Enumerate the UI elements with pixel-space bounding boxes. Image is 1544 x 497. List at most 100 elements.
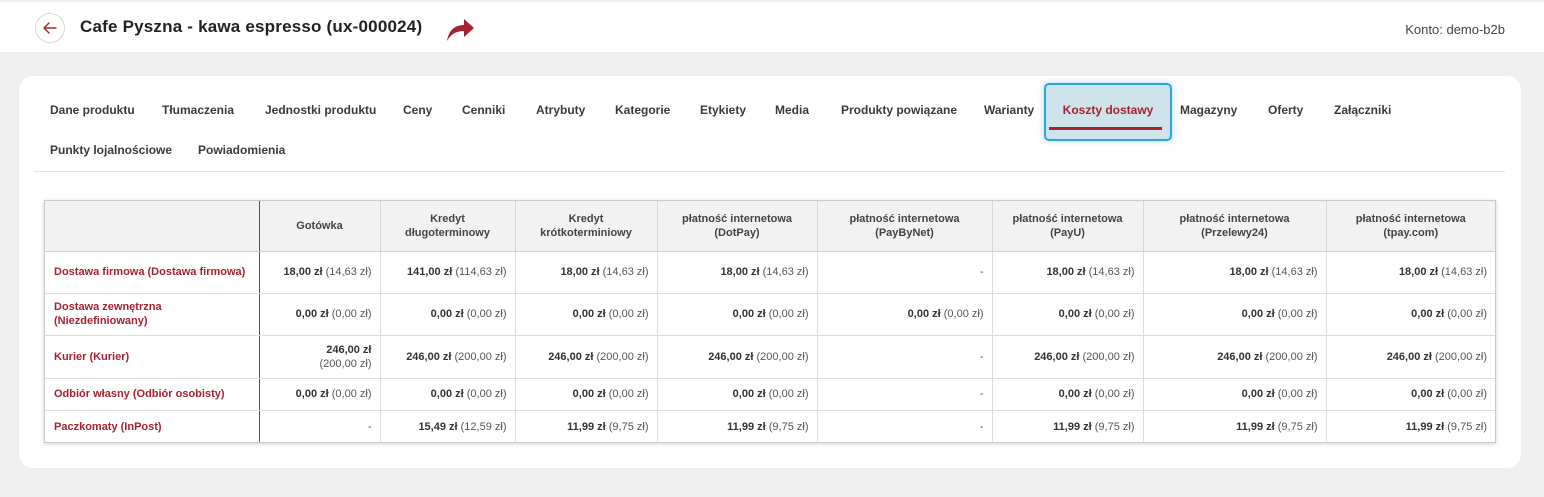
tab-zalaczniki[interactable]: Załączniki (1334, 103, 1391, 117)
price-cell: 11,99 zł (9,75 zł) (657, 410, 818, 442)
shipping-costs-table: Gotówka Kredyt długoterminowy Kredyt krótk… (44, 200, 1496, 443)
gross-price: 0,00 zł (1058, 388, 1092, 400)
tab-warianty[interactable]: Warianty (984, 103, 1034, 117)
price-cell: 18,00 zł (14,63 zł) (1326, 251, 1495, 294)
gross-price: 18,00 zł (283, 266, 323, 278)
net-price: (9,75 zł) (1094, 420, 1135, 433)
tab-ceny[interactable]: Ceny (403, 103, 432, 117)
gross-price: 246,00 zł (406, 350, 452, 363)
tab-tlumaczenia[interactable]: Tłumaczenia (162, 103, 234, 117)
tab-cenniki[interactable]: Cenniki (462, 103, 505, 117)
net-price: (0,00 zł) (608, 388, 649, 400)
net-price: (0,00 zł) (1277, 388, 1318, 400)
price-cell: 0,00 zł (0,00 zł) (657, 293, 818, 336)
table-row: Odbiór własny (Odbiór osobisty) 0,00 zł (… (45, 378, 1495, 411)
gross-price: 246,00 zł (1034, 350, 1080, 363)
price-cell: - (817, 378, 993, 411)
net-price: (9,75 zł) (1277, 420, 1318, 433)
net-price: (0,00 zł) (1447, 388, 1487, 400)
empty-value: - (979, 266, 984, 278)
gross-price: 11,99 zł (1053, 420, 1092, 433)
gross-price: 0,00 zł (572, 308, 606, 320)
gross-price: 18,00 zł (720, 266, 760, 278)
page-header: Cafe Pyszna - kawa espresso (ux-000024) … (0, 2, 1544, 52)
gross-price: 246,00 zł (1386, 350, 1432, 363)
column-header-platnosc-internetowa-paybynet: płatność internetowa (PayByNet) (817, 201, 993, 252)
gross-price: 11,99 zł (1236, 420, 1275, 433)
tab-jednostki-produktu[interactable]: Jednostki produktu (265, 103, 376, 117)
net-price: (0,00 zł) (1277, 308, 1318, 320)
gross-price: 18,00 zł (1229, 266, 1269, 278)
gross-price: 0,00 zł (732, 308, 766, 320)
gross-price: 0,00 zł (1411, 388, 1445, 400)
tab-produkty-powiazane[interactable]: Produkty powiązane (841, 103, 957, 117)
tab-magazyny[interactable]: Magazyny (1180, 103, 1237, 117)
share-arrow-icon[interactable] (445, 17, 475, 43)
tab-etykiety[interactable]: Etykiety (700, 103, 746, 117)
price-cell: - (817, 251, 993, 294)
column-header-platnosc-internetowa-przelewy24: płatność internetowa (Przelewy24) (1143, 201, 1327, 252)
table-header-row: Gotówka Kredyt długoterminowy Kredyt krótk… (45, 201, 1495, 252)
tab-punkty-lojalnosciowe[interactable]: Punkty lojalnościowe (50, 143, 172, 157)
price-cell: 18,00 zł (14,63 zł) (657, 251, 818, 294)
net-price: (200,00 zł) (319, 357, 372, 370)
net-price: (0,00 zł) (466, 308, 507, 320)
net-price: (14,63 zł) (1441, 266, 1487, 278)
tab-kategorie[interactable]: Kategorie (615, 103, 670, 117)
price-cell: 0,00 zł (0,00 zł) (515, 293, 658, 336)
price-cell: 11,99 zł (9,75 zł) (1326, 410, 1495, 442)
price-cell: 246,00 zł (200,00 zł) (515, 335, 658, 379)
price-cell: 18,00 zł (14,63 zł) (1143, 251, 1327, 294)
back-button[interactable] (35, 13, 65, 43)
gross-price: 18,00 zł (560, 266, 600, 278)
net-price: (0,00 zł) (331, 308, 372, 320)
gross-price: 11,99 zł (727, 420, 766, 433)
delivery-method-link[interactable]: Odbiór własny (Odbiór osobisty) (45, 378, 260, 411)
net-price: (9,75 zł) (608, 420, 649, 433)
delivery-method-link[interactable]: Paczkomaty (InPost) (45, 410, 260, 442)
net-price: (14,63 zł) (762, 266, 809, 278)
gross-price: 15,49 zł (418, 420, 458, 433)
net-price: (200,00 zł) (1082, 350, 1135, 363)
gross-price: 0,00 zł (1241, 388, 1275, 400)
tabs-divider (34, 171, 1505, 172)
net-price: (0,00 zł) (943, 308, 984, 320)
price-cell: 246,00 zł (200,00 zł) (657, 335, 818, 379)
price-cell: 0,00 zł (0,00 zł) (259, 378, 381, 411)
active-tab-indicator (1049, 127, 1162, 130)
tab-oferty[interactable]: Oferty (1268, 103, 1303, 117)
delivery-method-link[interactable]: Dostawa firmowa (Dostawa firmowa) (45, 251, 260, 294)
net-price: (9,75 zł) (768, 420, 809, 433)
gross-price: 0,00 zł (907, 308, 941, 320)
tab-media[interactable]: Media (775, 103, 809, 117)
tab-atrybuty[interactable]: Atrybuty (536, 103, 585, 117)
price-cell: 11,99 zł (9,75 zł) (1143, 410, 1327, 442)
table-row: Paczkomaty (InPost) - 15,49 zł (12,59 zł) 1… (45, 410, 1495, 442)
gross-price: 141,00 zł (407, 266, 453, 278)
tab-koszty-dostawy[interactable]: Koszty dostawy (1044, 83, 1172, 141)
price-cell: - (259, 410, 381, 442)
price-cell: 0,00 zł (0,00 zł) (1143, 378, 1327, 411)
gross-price: 0,00 zł (572, 388, 606, 400)
net-price: (200,00 zł) (1435, 350, 1487, 363)
delivery-method-link[interactable]: Dostawa zewnętrzna (Niezdefiniowany) (45, 293, 260, 336)
empty-value: - (979, 388, 984, 400)
tab-dane-produktu[interactable]: Dane produktu (50, 103, 135, 117)
price-cell: 246,00 zł (200,00 zł) (1326, 335, 1495, 379)
gross-price: 0,00 zł (1058, 308, 1092, 320)
tab-powiadomienia[interactable]: Powiadomienia (198, 143, 285, 157)
price-cell: 246,00 zł (200,00 zł) (380, 335, 516, 379)
net-price: (0,00 zł) (1094, 388, 1135, 400)
price-cell: 0,00 zł (0,00 zł) (1143, 293, 1327, 336)
net-price: (14,63 zł) (325, 266, 372, 278)
table-row: Kurier (Kurier) 246,00 zł (200,00 zł) 246,0… (45, 335, 1495, 379)
delivery-method-link[interactable]: Kurier (Kurier) (45, 335, 260, 379)
gross-price: 246,00 zł (548, 350, 594, 363)
net-price: (0,00 zł) (768, 308, 809, 320)
table-row: Dostawa firmowa (Dostawa firmowa) 18,00 z… (45, 251, 1495, 294)
net-price: (12,59 zł) (460, 420, 507, 433)
price-cell: 141,00 zł (114,63 zł) (380, 251, 516, 294)
table-row: Dostawa zewnętrzna (Niezdefiniowany) 0,00… (45, 293, 1495, 336)
price-cell: 246,00 zł (200,00 zł) (259, 335, 381, 379)
net-price: (0,00 zł) (1094, 308, 1135, 320)
